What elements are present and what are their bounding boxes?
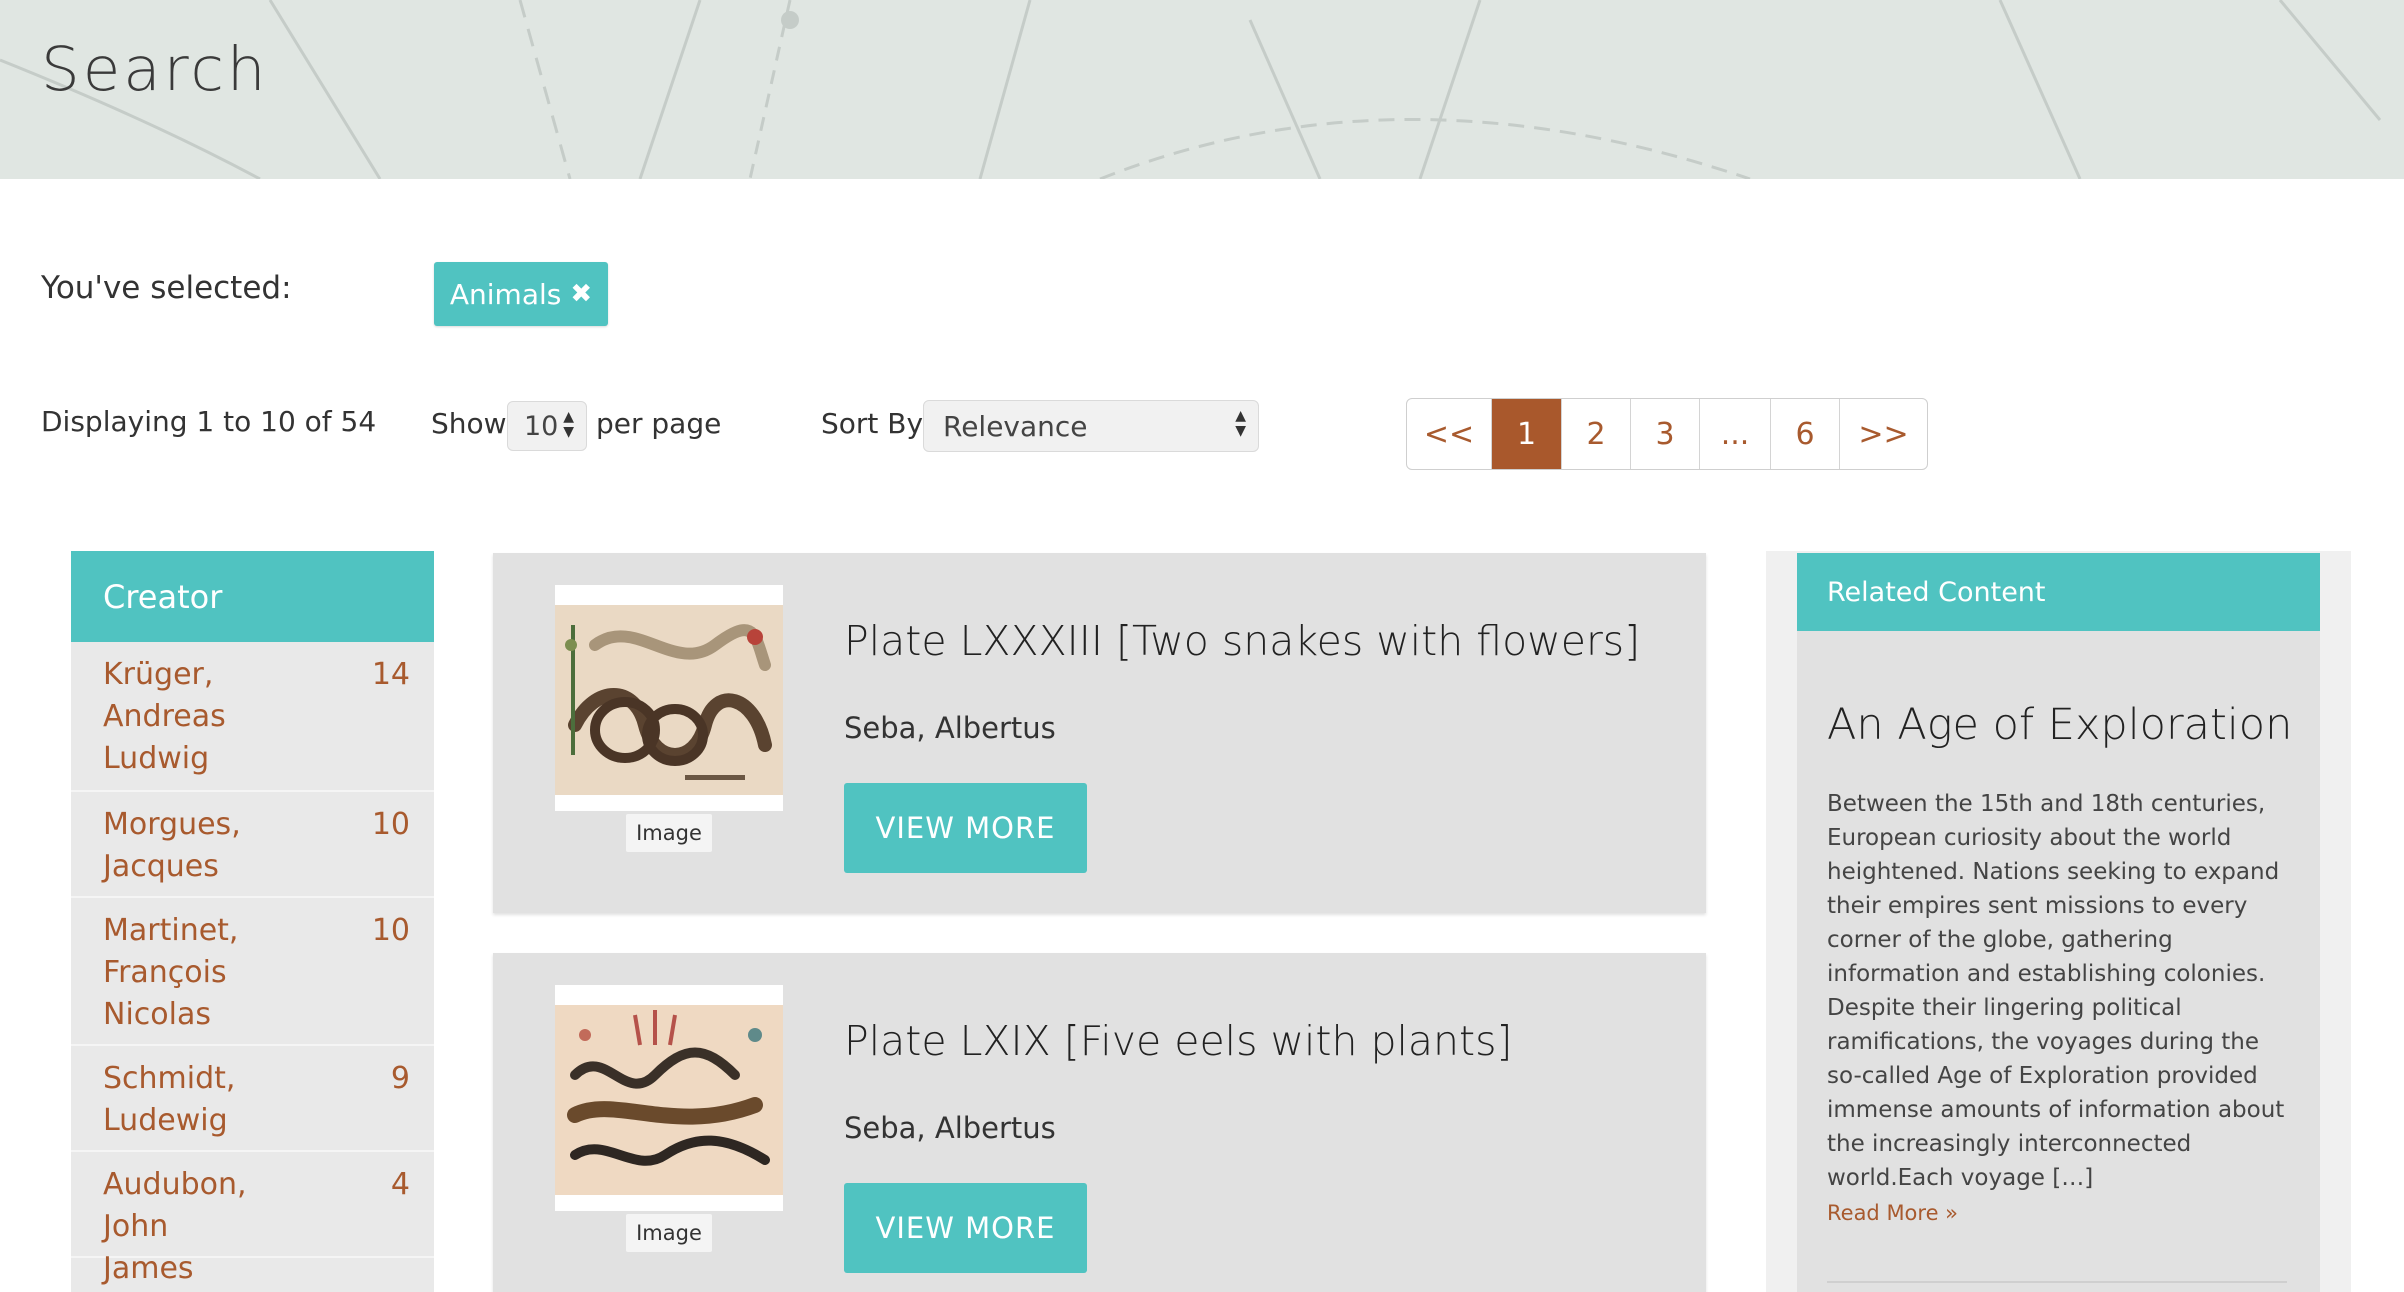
facet-item[interactable]: Audubon, John James 4 xyxy=(71,1152,434,1286)
facet-item[interactable]: Krüger, Andreas Ludwig 14 xyxy=(71,642,434,792)
filter-chip-label: Animals xyxy=(449,277,562,311)
per-page-label: per page xyxy=(596,407,722,440)
page-title: Search xyxy=(41,34,269,105)
pagination-page-3[interactable]: 3 xyxy=(1631,399,1700,469)
result-thumbnail[interactable] xyxy=(555,985,783,1211)
sort-arrows-icon: ▲ ▼ xyxy=(563,409,574,440)
facet-item-name[interactable]: Krüger, Andreas Ludwig xyxy=(103,654,253,780)
pagination-prev[interactable]: << xyxy=(1407,399,1492,469)
result-type-badge: Image xyxy=(626,814,712,852)
related-article-title[interactable]: An Age of Exploration xyxy=(1827,700,2292,750)
per-page-value: 10 xyxy=(524,410,559,442)
results-count: Displaying 1 to 10 of 54 xyxy=(41,405,377,438)
sort-select[interactable]: Relevance ▲ ▼ xyxy=(923,400,1259,452)
result-card: Image Plate LXXXIII [Two snakes with flo… xyxy=(493,553,1706,913)
pagination-ellipsis: ... xyxy=(1700,399,1771,469)
read-more-link[interactable]: Read More » xyxy=(1827,1201,1958,1225)
view-more-button[interactable]: VIEW MORE xyxy=(844,1183,1087,1273)
related-content-panel: Related Content An Age of Exploration Be… xyxy=(1797,553,2320,1292)
result-title[interactable]: Plate LXIX [Five eels with plants] xyxy=(844,1017,1512,1065)
snakes-illustration xyxy=(555,605,783,795)
facet-item-name[interactable]: Martinet, François Nicolas xyxy=(103,910,253,1036)
close-icon[interactable]: ✖ xyxy=(570,279,592,309)
pagination-page-1[interactable]: 1 xyxy=(1492,399,1562,469)
sort-value: Relevance xyxy=(943,409,1088,443)
per-page-select[interactable]: 10 ▲ ▼ xyxy=(507,401,587,451)
facet-item[interactable]: Schmidt, Ludewig 9 xyxy=(71,1046,434,1152)
result-title[interactable]: Plate LXXXIII [Two snakes with flowers] xyxy=(844,617,1640,665)
result-creator: Seba, Albertus xyxy=(844,1111,1056,1145)
pagination-page-2[interactable]: 2 xyxy=(1562,399,1631,469)
selection-label: You've selected: xyxy=(41,270,292,306)
sort-arrows-icon: ▲ ▼ xyxy=(1235,408,1246,439)
result-type-badge: Image xyxy=(626,1214,712,1252)
page-banner: Search xyxy=(0,0,2404,179)
facet-item-count: 14 xyxy=(371,657,410,692)
view-more-button[interactable]: VIEW MORE xyxy=(844,783,1087,873)
pagination-next[interactable]: >> xyxy=(1840,399,1927,469)
pagination-page-6[interactable]: 6 xyxy=(1771,399,1840,469)
facet-item-count: 10 xyxy=(371,913,410,948)
facet-item-count: 9 xyxy=(390,1061,410,1096)
facet-item[interactable]: Martinet, François Nicolas 10 xyxy=(71,898,434,1046)
result-creator: Seba, Albertus xyxy=(844,711,1056,745)
pagination: << 1 2 3 ... 6 >> xyxy=(1406,398,1928,470)
facet-item[interactable]: Morgues, Jacques 10 xyxy=(71,792,434,898)
result-thumbnail[interactable] xyxy=(555,585,783,811)
facet-item-count: 4 xyxy=(390,1167,410,1202)
sort-label: Sort By: xyxy=(821,407,931,440)
related-article-excerpt: Between the 15th and 18th centuries, Eur… xyxy=(1827,791,2285,1191)
filter-chip-animals[interactable]: Animals ✖ xyxy=(434,262,608,326)
related-content-header: Related Content xyxy=(1797,553,2320,631)
facet-item-count: 10 xyxy=(371,807,410,842)
facet-item-name[interactable]: Schmidt, Ludewig xyxy=(103,1058,253,1142)
result-card: Image Plate LXIX [Five eels with plants]… xyxy=(493,953,1706,1292)
creator-facet: Creator Krüger, Andreas Ludwig 14 Morgue… xyxy=(71,551,434,1292)
eels-illustration xyxy=(555,1005,783,1195)
map-background-illustration xyxy=(0,0,2404,179)
show-label: Show xyxy=(431,407,507,440)
divider xyxy=(1827,1281,2287,1283)
facet-title: Creator xyxy=(71,551,434,642)
facet-item-name[interactable]: Audubon, John James xyxy=(103,1164,253,1290)
facet-item-name[interactable]: Morgues, Jacques xyxy=(103,804,253,888)
